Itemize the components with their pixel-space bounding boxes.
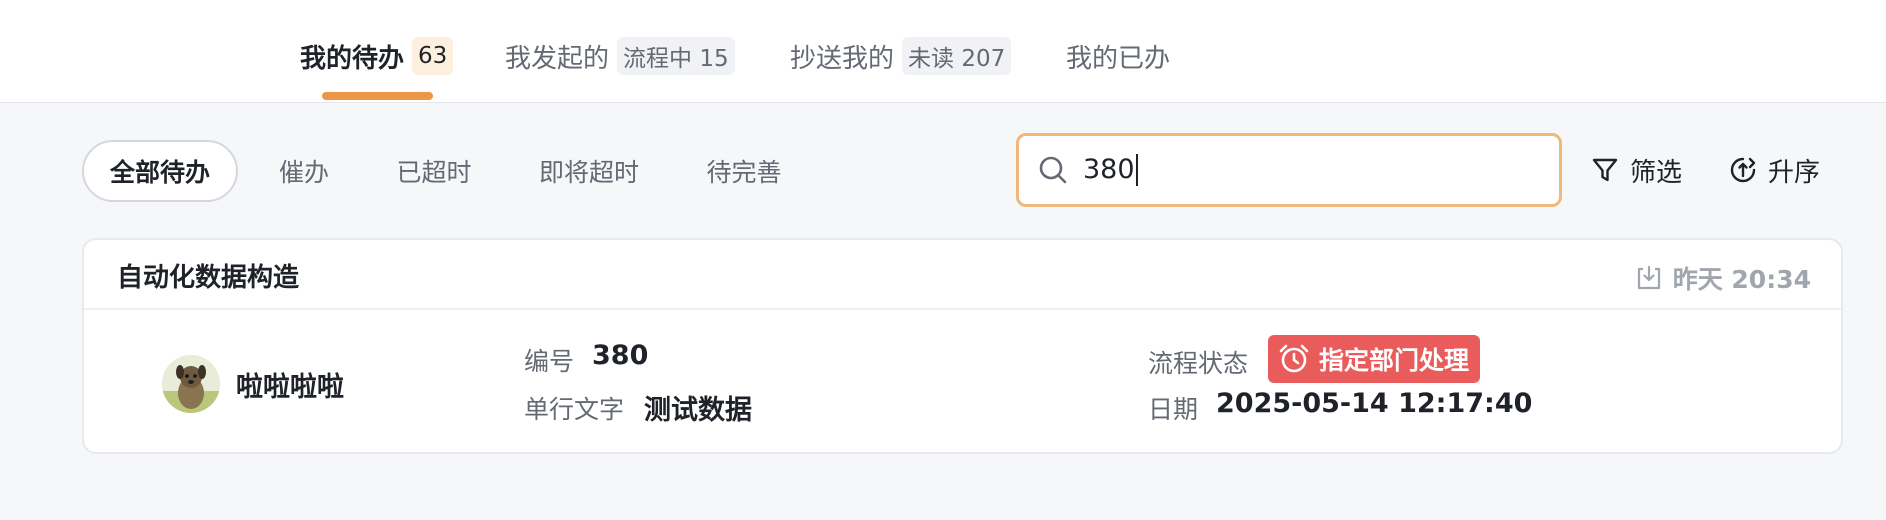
tab-my-initiated[interactable]: 我发起的 流程中 15: [505, 36, 735, 76]
number-value: 380: [592, 340, 649, 371]
sort-order-icon: [1730, 157, 1756, 183]
card-header: 自动化数据构造 昨天 20:34: [84, 240, 1841, 310]
search-icon: [1039, 156, 1067, 184]
card-time-text: 昨天 20:34: [1672, 265, 1811, 294]
sort-button[interactable]: 升序: [1728, 148, 1820, 192]
sort-button-label: 升序: [1768, 157, 1821, 188]
status-badge: 指定部门处理: [1268, 335, 1481, 383]
tab-label: 我发起的: [505, 43, 610, 74]
filter-urged[interactable]: 催办: [262, 140, 346, 202]
text-field-value: 测试数据: [644, 395, 752, 426]
tab-count-badge: 未读 207: [902, 37, 1012, 75]
alarm-clock-icon: [1279, 344, 1309, 373]
date-label: 日期: [1148, 395, 1199, 424]
avatar: [162, 355, 220, 413]
date-value: 2025-05-14 12:17:40: [1216, 388, 1533, 419]
tab-label: 抄送我的: [790, 43, 895, 74]
tab-count-badge: 流程中 15: [617, 37, 735, 75]
tab-cc-to-me[interactable]: 抄送我的 未读 207: [790, 36, 1012, 76]
card-title: 自动化数据构造: [117, 263, 300, 293]
filter-to-complete[interactable]: 待完善: [690, 140, 798, 202]
search-input[interactable]: 380: [1016, 133, 1562, 207]
tab-label: 我的已办: [1066, 43, 1171, 74]
tab-count-badge: 63: [412, 37, 454, 75]
filter-overdue[interactable]: 已超时: [380, 140, 488, 202]
top-tab-bar: 我的待办 63 我发起的 流程中 15 抄送我的 未读 207 我的已办: [0, 0, 1886, 103]
download-icon: [1637, 265, 1660, 290]
tab-my-todo[interactable]: 我的待办 63: [300, 36, 454, 76]
status-label: 流程状态: [1148, 349, 1249, 378]
user-name: 啦啦啦啦: [236, 372, 344, 403]
dog-avatar-icon: [162, 355, 220, 413]
filter-all-todo[interactable]: 全部待办: [82, 140, 238, 202]
text-field-label: 单行文字: [524, 395, 625, 424]
number-label: 编号: [524, 347, 575, 376]
active-tab-indicator: [322, 92, 433, 100]
card-timestamp: 昨天 20:34: [1635, 260, 1811, 296]
filter-due-soon[interactable]: 即将超时: [522, 140, 656, 202]
todo-card[interactable]: 自动化数据构造 昨天 20:34 啦啦啦啦 编号 380 单行文字 测试数据 流…: [82, 238, 1843, 454]
search-value[interactable]: 380: [1083, 154, 1138, 186]
funnel-icon: [1592, 158, 1618, 182]
filter-button[interactable]: 筛选: [1590, 148, 1682, 192]
tab-label: 我的待办: [300, 43, 405, 74]
filter-button-label: 筛选: [1630, 157, 1683, 188]
tab-my-done[interactable]: 我的已办: [1066, 36, 1170, 76]
status-text: 指定部门处理: [1319, 346, 1470, 375]
